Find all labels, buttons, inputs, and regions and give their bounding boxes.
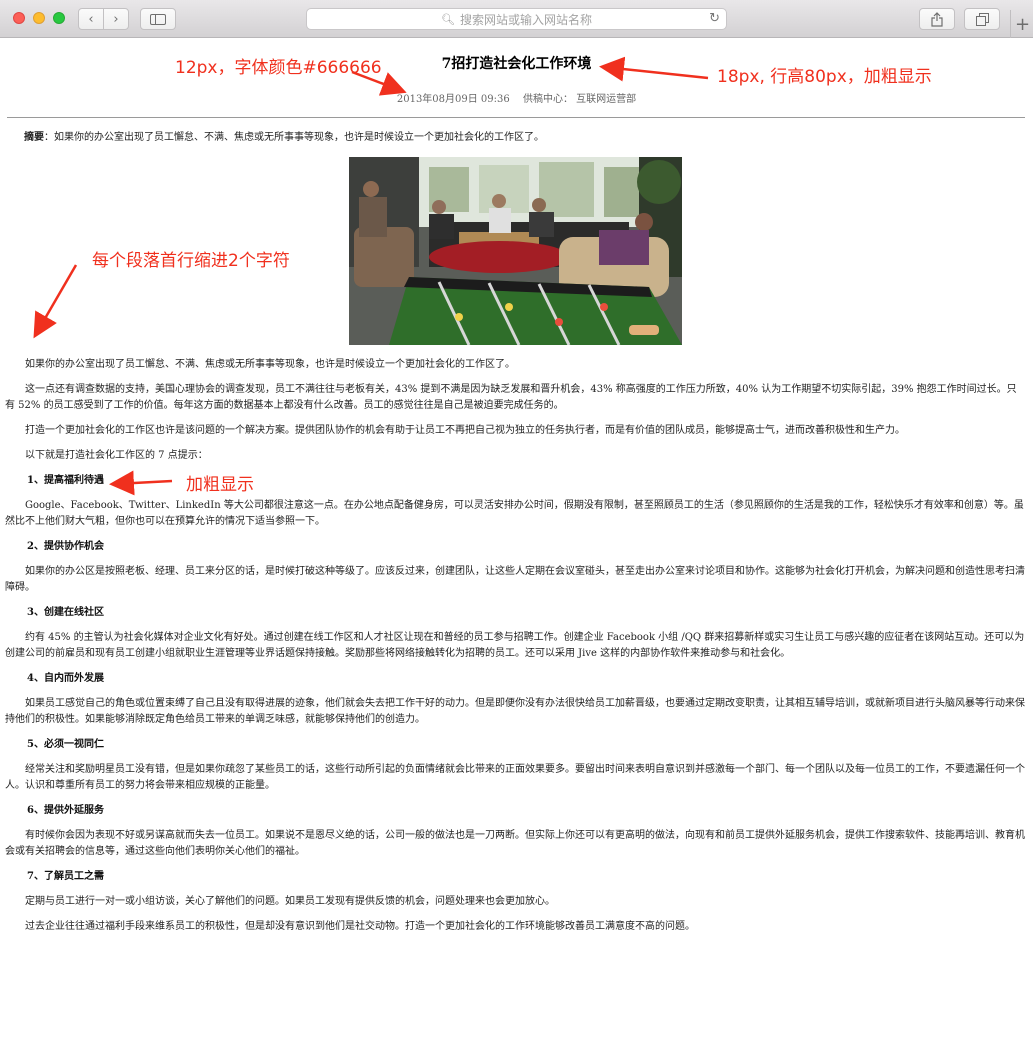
tip-heading: 2、提供协作机会 — [27, 541, 104, 552]
intro-paragraph: 这一点还有调查数据的支持，美国心理协会的调查发现，员工不满往往与老板有关，43%… — [5, 384, 1017, 411]
back-button[interactable]: ‹ — [78, 8, 104, 30]
tip-heading: 6、提供外延服务 — [27, 805, 104, 816]
article-meta: 2013年08月09日 09:36 供稿中心： 互联网运营部 — [0, 90, 1033, 105]
close-window-button[interactable] — [13, 12, 25, 24]
article-abstract: 摘要：如果你的办公室出现了员工懈怠、不满、焦虑或无所事事等现象，也许是时候设立一… — [5, 130, 1025, 146]
tip-paragraph: 有时候你会因为表现不好或另谋高就而失去一位员工。如果说不是恩尽义绝的话，公司一般… — [5, 830, 1025, 857]
search-icon: 🔍︎ — [441, 12, 455, 26]
annotation-title-style: 18px, 行高80px，加粗显示 — [717, 67, 932, 87]
minimize-window-button[interactable] — [33, 12, 45, 24]
share-icon — [931, 11, 943, 27]
annotation-bold: 加粗显示 — [186, 475, 254, 495]
show-tabs-button[interactable] — [964, 8, 1000, 30]
office-photo-illustration — [348, 157, 682, 345]
forward-icon: › — [113, 11, 119, 27]
tabs-icon — [975, 12, 989, 26]
annotation-meta-style: 12px，字体颜色#666666 — [175, 58, 382, 78]
tip-paragraph: 如果你的办公区是按照老板、经理、员工来分区的话，是时候打破这种等级了。应该反过来… — [5, 566, 1025, 593]
reload-icon[interactable]: ↻ — [709, 11, 720, 26]
tip-heading: 3、创建在线社区 — [27, 607, 104, 618]
tip-heading: 1、提高福利待遇 — [27, 475, 104, 486]
plus-icon: + — [1014, 13, 1031, 35]
article-date: 2013年08月09日 09:36 — [396, 94, 510, 105]
abstract-label: 摘要 — [24, 132, 44, 143]
intro-paragraph: 以下就是打造社会化工作区的 7 点提示： — [25, 450, 208, 461]
share-button[interactable] — [919, 8, 955, 30]
tip-heading: 5、必须一视同仁 — [27, 739, 104, 750]
browser-toolbar: ‹ › 🔍︎ 搜索网站或输入网站名称 ↻ + — [0, 0, 1033, 38]
header-divider — [7, 117, 1025, 118]
zoom-window-button[interactable] — [53, 12, 65, 24]
article-source: 供稿中心： 互联网运营部 — [522, 94, 637, 105]
tip-heading: 7、了解员工之需 — [27, 871, 104, 882]
tip-paragraph: 约有 45% 的主管认为社会化媒体对企业文化有好处。通过创建在线工作区和人才社区… — [5, 632, 1025, 659]
tip-paragraph: Google、Facebook、Twitter、LinkedIn 等大公司都很注… — [5, 500, 1024, 527]
intro-paragraph: 如果你的办公室出现了员工懈怠、不满、焦虑或无所事事等现象，也许是时候设立一个更加… — [25, 359, 515, 370]
closing-paragraph: 过去企业往往通过福利手段来维系员工的积极性，但是却没有意识到他们是社交动物。打造… — [25, 921, 695, 932]
abstract-text: ：如果你的办公室出现了员工懈怠、不满、焦虑或无所事事等现象，也许是时候设立一个更… — [44, 132, 544, 143]
tip-paragraph: 定期与员工进行一对一或小组访谈，关心了解他们的问题。如果员工发现有提供反馈的机会… — [25, 896, 555, 907]
back-icon: ‹ — [88, 11, 94, 27]
new-tab-button[interactable]: + — [1010, 10, 1033, 38]
tip-heading: 4、自内而外发展 — [27, 673, 104, 684]
office-photo — [348, 157, 682, 345]
tip-paragraph: 如果员工感觉自己的角色或位置束缚了自己且没有取得进展的迹象，他们就会失去把工作干… — [5, 698, 1025, 725]
tip-paragraph: 经常关注和奖励明星员工没有错，但是如果你疏忽了某些员工的话，这些行动所引起的负面… — [5, 764, 1025, 791]
forward-button[interactable]: › — [103, 8, 129, 30]
intro-paragraph: 打造一个更加社会化的工作区也许是该问题的一个解决方案。提供团队协作的机会有助于让… — [25, 425, 905, 436]
sidebar-icon — [150, 13, 166, 25]
address-bar[interactable]: 🔍︎ 搜索网站或输入网站名称 ↻ — [306, 8, 727, 30]
annotation-indent: 每个段落首行缩进2个字符 — [92, 251, 290, 271]
address-bar-placeholder: 搜索网站或输入网站名称 — [459, 12, 592, 27]
sidebar-toggle-button[interactable] — [140, 8, 176, 30]
